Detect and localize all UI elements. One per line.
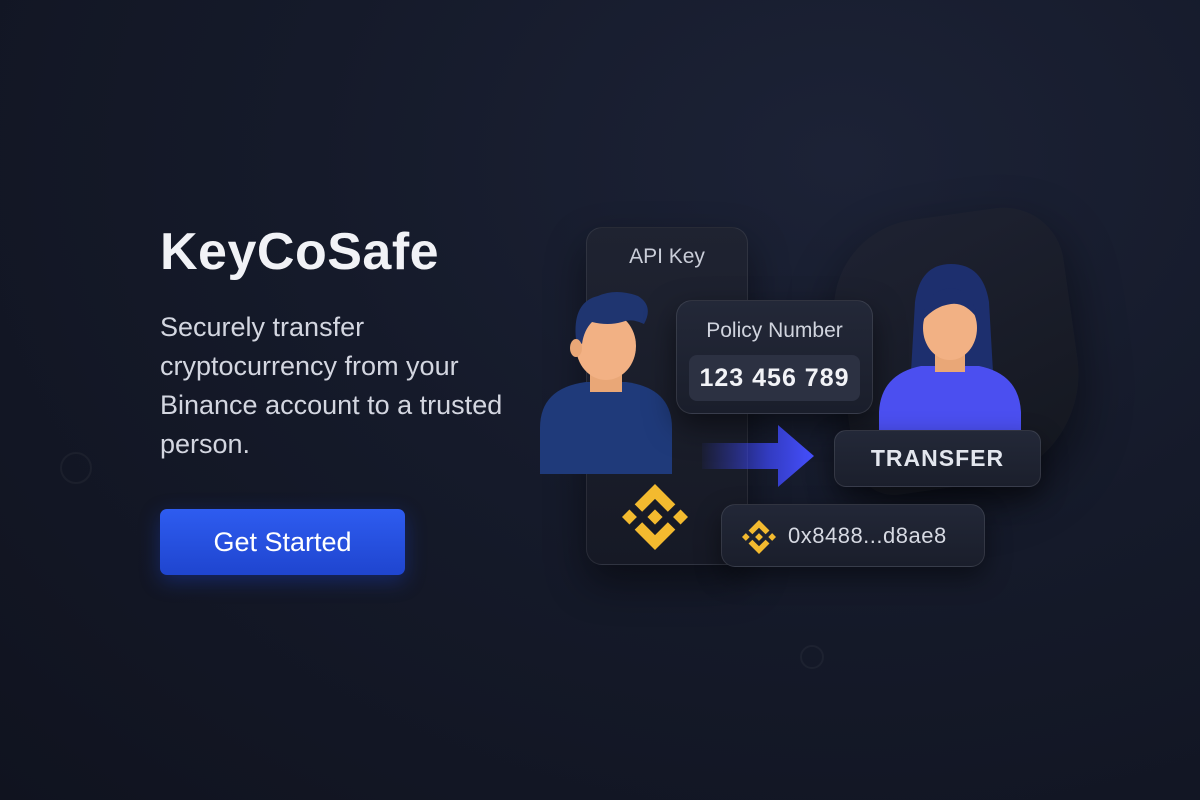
transfer-arrow-icon (702, 425, 814, 487)
hero-subtitle: Securely transfer cryptocurrency from yo… (160, 312, 503, 459)
policy-number-card: Policy Number 123 456 789 (676, 300, 873, 414)
background-decoration (800, 645, 824, 669)
api-key-label: API Key (629, 245, 705, 268)
binance-logo-icon (742, 520, 776, 554)
background-decoration (60, 452, 92, 484)
policy-number-value: 123 456 789 (689, 355, 860, 401)
recipient-avatar-icon (879, 264, 1021, 430)
get-started-button[interactable]: Get Started (160, 509, 405, 575)
binance-logo-icon (622, 484, 688, 550)
transfer-button[interactable]: TRANSFER (834, 430, 1041, 487)
policy-number-label: Policy Number (706, 319, 843, 342)
app-title: KeyCoSafe (160, 223, 440, 281)
sender-avatar-icon (540, 292, 672, 474)
wallet-address-pill: 0x8488...d8ae8 (721, 504, 985, 567)
wallet-address: 0x8488...d8ae8 (788, 523, 947, 548)
